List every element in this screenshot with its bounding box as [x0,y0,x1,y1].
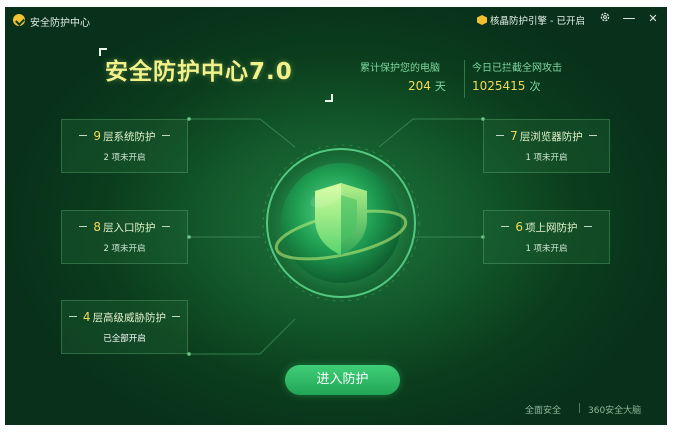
entry-protection-status: 2 项未开启 [103,244,146,254]
security-center-window: 安全防护中心 核晶防护引擎 - 已开启 — ✕ 安全防护中心7.0 累计保护您的… [5,7,667,425]
footer-security-brain[interactable]: 360安全大脑 [588,403,641,416]
browser-protection-status: 1 项未开启 [525,153,568,163]
internet-protection-card[interactable]: 6 项上网防护 1 项未开启 [483,210,610,264]
browser-protection-card[interactable]: 7 层浏览器防护 1 项未开启 [483,119,610,173]
entry-protection-title: 8 层入口防护 [62,220,187,235]
internet-protection-title: 6 项上网防护 [484,220,609,235]
threat-protection-title: 4 层高级威胁防护 [62,310,187,325]
threat-protection-status: 已全部开启 [103,334,146,344]
system-protection-status: 2 项未开启 [103,153,146,163]
enter-protection-button[interactable]: 进入防护 [285,365,400,395]
footer-comprehensive-security[interactable]: 全面安全 [525,403,561,416]
browser-protection-title: 7 层浏览器防护 [484,129,609,144]
system-protection-title: 9 层系统防护 [62,129,187,144]
shield-orb [255,137,427,309]
entry-protection-card[interactable]: 8 层入口防护 2 项未开启 [61,210,188,264]
internet-protection-status: 1 项未开启 [525,244,568,254]
footer-divider [579,403,580,413]
system-protection-card[interactable]: 9 层系统防护 2 项未开启 [61,119,188,173]
threat-protection-card[interactable]: 4 层高级威胁防护 已全部开启 [61,300,188,354]
